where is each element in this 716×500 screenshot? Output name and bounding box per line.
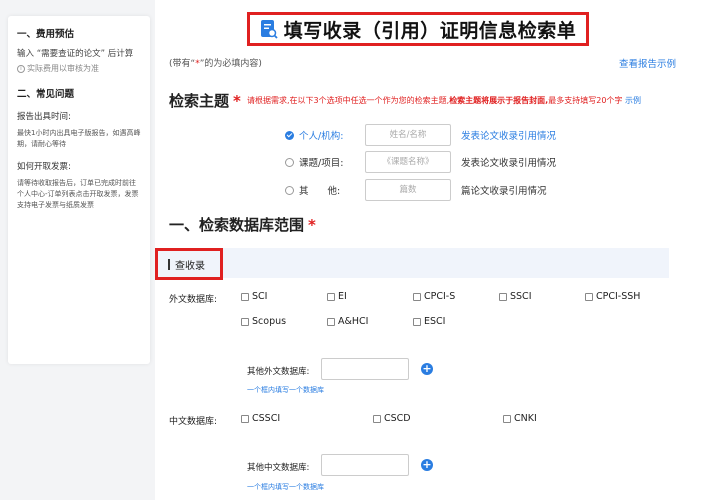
other-chinese-db-label: 其他中文数据库:	[247, 463, 310, 473]
cost-estimate-title: 一、费用预估	[17, 29, 75, 40]
required-note: (带有“*”的为必填内容)	[169, 56, 262, 69]
checkbox-label: CPCI-S	[424, 291, 456, 302]
sidebar: 一、费用预估 输入 “需要查证的论文” 后计算 i 实际费用以审核为准 二、常见…	[8, 16, 150, 364]
checkbox-icon[interactable]	[327, 292, 335, 301]
checkbox-cnki[interactable]: CNKI	[503, 413, 537, 424]
checkbox-label: ESCI	[424, 316, 446, 327]
checkbox-label: CPCI-SSH	[596, 291, 641, 302]
topic-option-person[interactable]: 个人/机构: 姓名/名称 发表论文收录引用情况	[285, 124, 556, 146]
topic-required-mark: *	[233, 92, 241, 110]
checkbox-ei[interactable]: EI	[327, 291, 347, 302]
project-name-input[interactable]: 《课题名称》	[365, 151, 451, 173]
checkbox-ahci[interactable]: A&HCI	[327, 316, 369, 327]
cost-note-text: 实际费用以审核为准	[27, 64, 99, 73]
faq-q2-text: 请等待收取报告后，订单已完成时前往个人中心-订单列表点击开取发票，发票支持电子发…	[17, 179, 139, 209]
checkbox-label: CSCD	[384, 413, 411, 424]
checkbox-label: EI	[338, 291, 347, 302]
checkbox-cssci[interactable]: CSSCI	[241, 413, 280, 424]
checkbox-label: SCI	[252, 291, 268, 302]
cost-estimate-text: 输入 “需要查证的论文” 后计算	[17, 49, 134, 59]
topic-hint-b: 检索主题将展示于报告封面,	[449, 96, 549, 105]
checkbox-cpci-s[interactable]: CPCI-S	[413, 291, 455, 302]
checkbox-cscd[interactable]: CSCD	[373, 413, 411, 424]
other-foreign-db-hint: 一个框内填写一个数据库	[247, 386, 324, 394]
checkbox-icon[interactable]	[241, 317, 249, 326]
main-form: 填写收录（引用）证明信息检索单 (带有“*”的为必填内容) 查看报告示例 检索主…	[155, 0, 716, 500]
tab-bar	[155, 248, 669, 278]
other-chinese-db-input[interactable]	[321, 454, 409, 476]
checkbox-esci[interactable]: ESCI	[413, 316, 445, 327]
checkbox-cpci-ssh[interactable]: CPCI-SSH	[585, 291, 640, 302]
checkbox-icon[interactable]	[241, 292, 249, 301]
radio-icon[interactable]	[285, 185, 294, 195]
option-label: 课题/项目:	[299, 158, 344, 169]
checkbox-label: A&HCI	[338, 316, 369, 327]
note-suffix: ”的为必填内容)	[199, 59, 262, 69]
checkbox-sci[interactable]: SCI	[241, 291, 267, 302]
checkbox-icon[interactable]	[241, 414, 249, 423]
topic-title: 检索主题 *	[169, 90, 241, 111]
paper-count-input[interactable]: 篇数	[365, 179, 451, 201]
scope-required-mark: *	[308, 216, 316, 234]
option-desc: 发表论文收录引用情况	[461, 158, 557, 169]
option-desc: 篇论文收录引用情况	[461, 186, 547, 197]
checkbox-label: Scopus	[252, 316, 287, 327]
checkbox-icon[interactable]	[499, 292, 507, 301]
foreign-db-label: 外文数据库:	[169, 295, 218, 305]
faq-title: 二、常见问题	[17, 89, 75, 100]
faq-q1-text: 最快1小时内出具电子版报告，如遇高峰期，请耐心等待	[17, 129, 141, 148]
person-name-input[interactable]: 姓名/名称	[365, 124, 451, 146]
view-example-link[interactable]: 查看报告示例	[619, 56, 676, 70]
note-prefix: (带有“	[169, 59, 196, 69]
checkbox-icon[interactable]	[413, 292, 421, 301]
checkbox-scopus[interactable]: Scopus	[241, 316, 286, 327]
option-label: 其 他:	[299, 186, 341, 197]
scope-title: 一、检索数据库范围 *	[169, 214, 316, 235]
radio-icon[interactable]	[285, 157, 294, 167]
checkbox-icon[interactable]	[585, 292, 593, 301]
topic-hint-c: 最多支持填写20个字	[548, 96, 623, 105]
topic-option-other[interactable]: 其 他: 篇数 篇论文收录引用情况	[285, 179, 547, 201]
checkbox-ssci[interactable]: SSCI	[499, 291, 532, 302]
add-foreign-db-plus-icon[interactable]: +	[421, 363, 433, 375]
info-icon: i	[17, 64, 25, 73]
topic-title-text: 检索主题	[169, 92, 230, 110]
page-title-box: 填写收录（引用）证明信息检索单	[247, 12, 589, 46]
scope-title-text: 一、检索数据库范围	[169, 216, 305, 234]
add-chinese-db-plus-icon[interactable]: +	[421, 459, 433, 471]
checkbox-icon[interactable]	[413, 317, 421, 326]
document-search-icon	[260, 20, 278, 39]
faq-q2-title: 如何开取发票:	[17, 162, 71, 172]
checkbox-label: SSCI	[510, 291, 532, 302]
tab-indicator	[168, 258, 170, 270]
checkbox-icon[interactable]	[373, 414, 381, 423]
option-desc: 发表论文收录引用情况	[461, 131, 557, 142]
other-chinese-db-hint: 一个框内填写一个数据库	[247, 483, 324, 491]
checkbox-icon[interactable]	[327, 317, 335, 326]
other-foreign-db-label: 其他外文数据库:	[247, 367, 310, 377]
cost-estimate-note: i 实际费用以审核为准	[17, 63, 141, 74]
checkbox-label: CSSCI	[252, 413, 281, 424]
topic-option-project[interactable]: 课题/项目: 《课题名称》 发表论文收录引用情况	[285, 151, 556, 173]
chinese-db-label: 中文数据库:	[169, 417, 218, 427]
topic-hint-a: 请根据需求,在以下3个选项中任选一个作为您的检索主题,	[247, 96, 450, 105]
checkbox-icon[interactable]	[503, 414, 511, 423]
topic-example-link[interactable]: 示例	[625, 96, 641, 105]
faq-q1-title: 报告出具时间:	[17, 112, 71, 122]
radio-checked-icon[interactable]	[285, 130, 294, 140]
option-label: 个人/机构:	[299, 131, 344, 142]
page-title: 填写收录（引用）证明信息检索单	[283, 19, 577, 42]
topic-hint: 请根据需求,在以下3个选项中任选一个作为您的检索主题,检索主题将展示于报告封面,…	[247, 95, 641, 106]
other-foreign-db-input[interactable]	[321, 358, 409, 380]
tab-check-inclusion[interactable]: 查收录	[155, 248, 223, 280]
checkbox-label: CNKI	[514, 413, 537, 424]
tab-label: 查收录	[175, 260, 205, 272]
